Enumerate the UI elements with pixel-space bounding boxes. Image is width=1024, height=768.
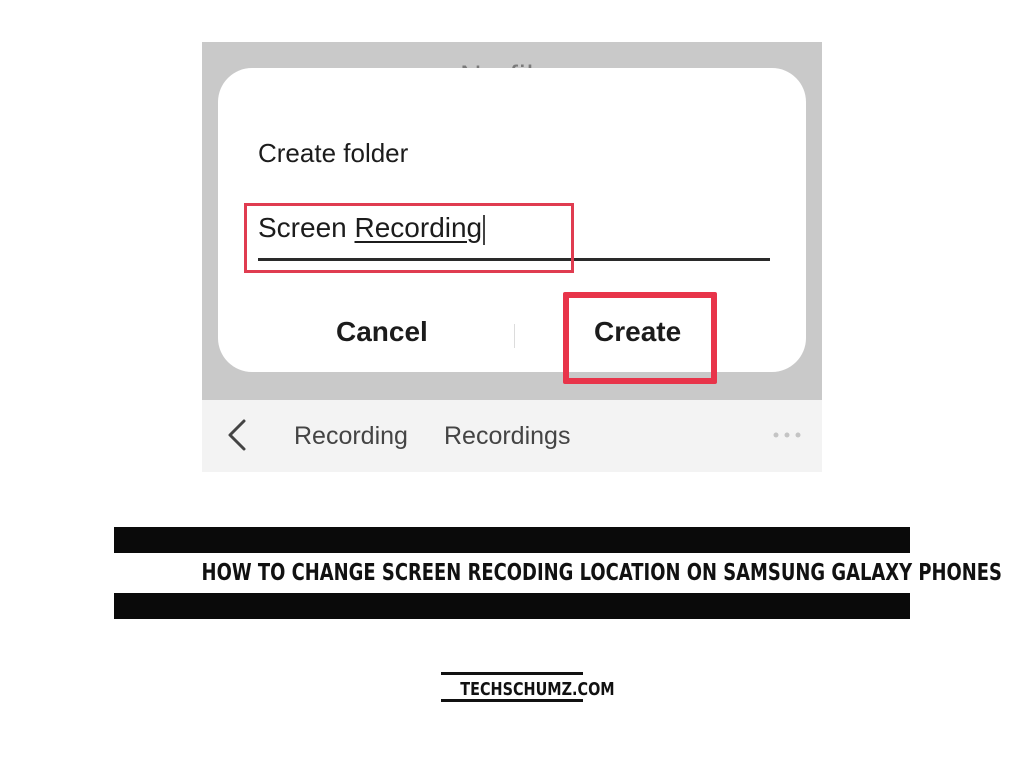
caption-headline: HOW TO CHANGE SCREEN RECODING LOCATION O… — [201, 560, 1002, 586]
dialog-title: Create folder — [258, 138, 409, 168]
banner-top-bar — [114, 527, 910, 553]
more-horizontal-icon[interactable] — [772, 430, 802, 440]
button-divider — [514, 324, 515, 348]
breadcrumb-recordings[interactable]: Recordings — [444, 422, 570, 451]
site-watermark: TECHSCHUMZ.COM — [441, 672, 615, 702]
cancel-button[interactable]: Cancel — [336, 316, 428, 348]
breadcrumb-recording[interactable]: Recording — [294, 422, 408, 451]
site-name: TECHSCHUMZ.COM — [460, 679, 615, 700]
create-folder-dialog: Create folder Screen Recording Cancel Cr… — [218, 68, 806, 384]
banner-bottom-bar — [114, 593, 910, 619]
path-breadcrumb-bar: Recording Recordings — [202, 400, 822, 472]
chevron-left-icon[interactable] — [224, 418, 252, 452]
create-highlight-box — [563, 292, 717, 384]
input-highlight-box — [244, 203, 574, 273]
phone-screenshot: No fil Create folder Screen Recording Ca… — [202, 42, 822, 472]
